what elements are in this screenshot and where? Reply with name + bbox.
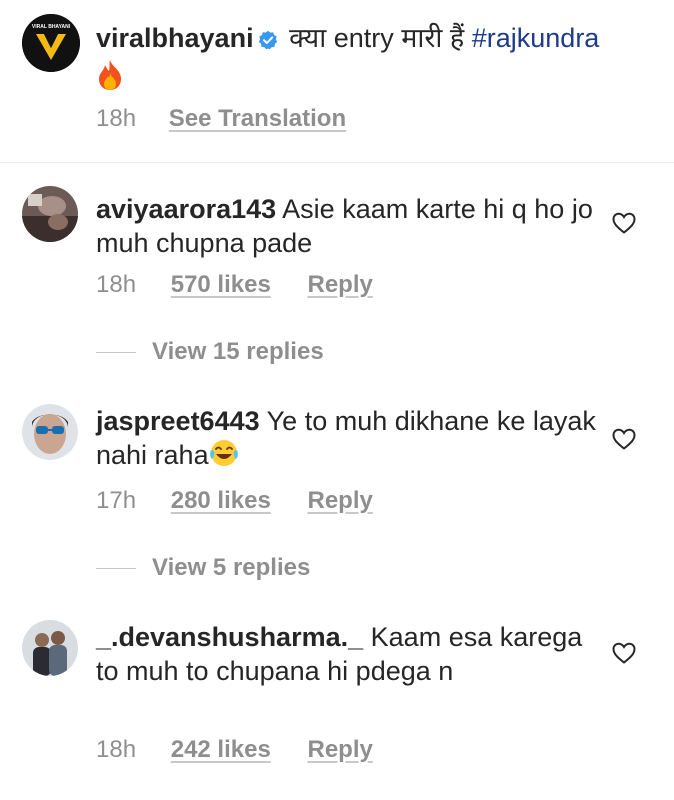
avatar[interactable] [22,404,78,460]
divider [0,162,674,163]
comment-timestamp: 17h [96,487,137,514]
reply-button[interactable]: Reply [307,736,372,763]
see-translation-link[interactable]: See Translation [169,105,346,132]
like-heart-icon[interactable] [612,428,636,450]
comment-item: jaspreet6443 Ye to muh dikhane ke layak … [0,404,674,594]
post-caption: VIRAL BHAYANI viralbhayani क्या entry मा… [0,0,674,162]
avatar[interactable] [22,620,78,676]
comment-item: aviyaarora143 Asie kaam karte hi q ho jo… [0,186,674,376]
caption-body: क्या entry मारी हैं [289,23,465,53]
caption-timestamp: 18h [96,105,137,132]
comment-text: jaspreet6443 Ye to muh dikhane ke layak … [96,404,596,476]
view-replies-label: View 5 replies [152,554,311,581]
view-replies-label: View 15 replies [152,338,324,365]
likes-count-link[interactable]: 280 likes [171,487,271,514]
replies-divider-line [96,351,136,353]
verified-badge-icon [258,23,278,59]
caption-text: viralbhayani क्या entry मारी हैं #rajkun… [96,20,656,100]
caption-meta: 18h See Translation [96,105,346,133]
reply-button[interactable]: Reply [307,271,372,298]
replies-divider-line [96,567,136,569]
viralbhayani-logo: VIRAL BHAYANI [22,14,80,72]
view-replies-button[interactable]: View 5 replies [96,554,310,582]
comment-meta: 18h 242 likes Reply [96,736,373,764]
view-replies-button[interactable]: View 15 replies [96,338,324,366]
reply-button[interactable]: Reply [307,487,372,514]
like-heart-icon[interactable] [612,212,636,234]
avatar-logo-text: VIRAL BHAYANI [32,24,71,30]
comment-username[interactable]: aviyaarora143 [96,194,276,224]
comment-username[interactable]: _.devanshusharma._ [96,622,363,652]
avatar[interactable]: VIRAL BHAYANI [22,14,80,72]
likes-count-link[interactable]: 242 likes [171,736,271,763]
hashtag-link[interactable]: #rajkundra [472,23,600,53]
comment-item: _.devanshusharma._ Kaam esa karega to mu… [0,620,674,790]
comment-timestamp: 18h [96,736,137,763]
comment-text: _.devanshusharma._ Kaam esa karega to mu… [96,620,596,688]
comment-username[interactable]: jaspreet6443 [96,406,260,436]
comment-text: aviyaarora143 Asie kaam karte hi q ho jo… [96,192,596,260]
comment-meta: 18h 570 likes Reply [96,271,373,299]
caption-username[interactable]: viralbhayani [96,23,254,53]
comment-meta: 17h 280 likes Reply [96,487,373,515]
comment-timestamp: 18h [96,271,137,298]
likes-count-link[interactable]: 570 likes [171,271,271,298]
fire-emoji-icon [96,59,124,100]
avatar[interactable] [22,186,78,242]
like-heart-icon[interactable] [612,642,636,664]
laughing-tears-emoji-icon [209,438,239,476]
